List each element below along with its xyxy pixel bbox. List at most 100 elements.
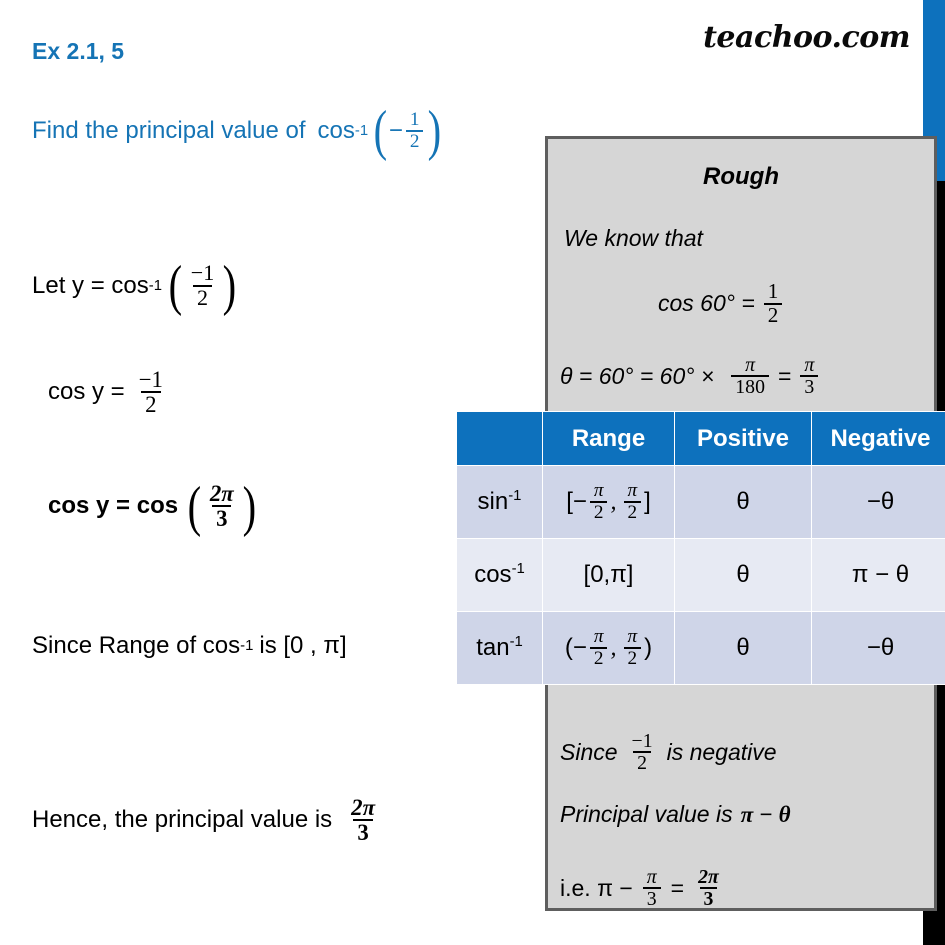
table-cell-positive: θ [674,538,812,612]
rough-we-know-that: We know that [564,225,703,251]
question-statement: Find the principal value of cos -1 ( − 1 … [32,100,442,163]
step-hence-lead: Hence, the principal value is [32,806,333,834]
rough-theta-lead: θ = 60° = 60° × [560,362,715,389]
table-row: sin-1 [− π 2 , π 2 ] θ −θ [456,465,945,539]
solution-step-cos-y-equals-cos: cos y = cos ( 2π 3 ) [48,475,257,538]
rough-principal-value-rule: Principal value is π − θ [560,801,791,828]
rough-principal-value: π − θ [740,801,791,827]
table-cell-function: tan-1 [456,611,543,685]
range-fraction-left: π 2 [589,626,608,669]
teachoo-logo: teachoo.com [703,20,910,55]
step-hence-fraction: 2π 3 [347,796,379,845]
range-open-bracket: [− [566,488,587,515]
fraction-numerator: −1 [190,260,215,285]
solution-step-hence: Hence, the principal value is 2π 3 [32,796,382,845]
table-cell-negative: π − θ [811,538,945,612]
fraction-denominator: 3 [800,375,819,397]
step-cos-y-fraction: −1 2 [135,368,167,417]
left-paren-icon: ( [373,100,388,163]
fraction-denominator: 2 [623,647,642,669]
range-separator: , [610,488,617,515]
fraction-numerator: π [627,480,638,502]
range-fraction-left: π 2 [589,481,608,523]
step-cos-y-cos-fraction: 2π 3 [206,482,238,531]
solution-step-let: Let y = cos -1 ( −1 2 ) [32,255,237,318]
fraction-denominator: 180 [731,375,769,397]
fraction-numerator: π [804,354,815,376]
table-row: cos-1 [0,π] θ π − θ [456,538,945,612]
left-paren-icon: ( [168,255,183,318]
function-exponent: -1 [509,634,523,650]
fraction-numerator: π [646,866,657,888]
rough-theta-conversion: θ = 60° = 60° × π 180 = π 3 [560,355,821,397]
range-fraction-right: π 2 [623,626,642,669]
exercise-title: Ex 2.1, 5 [32,38,125,64]
question-prefix-text: Find the principal value of [32,116,306,144]
rough-ie-fraction-pi-3: π 3 [642,866,661,909]
table-cell-range: [− π 2 , π 2 ] [542,465,675,539]
right-paren-icon: ) [242,475,256,538]
fraction-denominator: 2 [623,501,642,523]
rough-principal-lead: Principal value is [560,801,733,827]
rough-cos-60-equation: cos 60° = 1 2 [658,280,785,327]
range-separator: , [610,634,617,661]
fraction-denominator: 2 [763,302,783,327]
fraction-denominator: 3 [353,819,373,844]
fraction-denominator: 2 [405,129,424,152]
table-head: Range Positive Negative [456,411,945,466]
function-exponent: -1 [508,488,522,504]
range-open-bracket: (− [564,634,587,661]
function-label: tan [476,634,510,661]
right-paren-icon: ) [428,100,442,163]
rough-cos60-fraction: 1 2 [763,280,783,327]
rough-ie-equals: = [670,874,685,901]
rough-since-negative: Since −1 2 is negative [560,731,777,774]
fraction-denominator: 2 [633,751,651,773]
fraction-denominator: 2 [192,284,213,310]
rough-ie-lead: i.e. π − [560,874,633,901]
rough-theta-equals: = [777,362,792,389]
range-close-bracket: ] [644,488,651,515]
table-cell-function: cos-1 [456,538,543,612]
table-header-row: Range Positive Negative [456,411,945,466]
fraction-denominator: 2 [589,501,608,523]
function-label: cos [474,561,512,588]
table-header-function [456,411,543,466]
table-header-negative: Negative [811,411,945,466]
right-paren-icon: ) [222,255,237,318]
fraction-numerator: π [627,626,638,648]
rough-theta-fraction-pi-180: π 180 [731,355,769,397]
solution-step-cos-y: cos y = −1 2 [48,368,170,417]
function-label: sin [477,488,509,515]
step-cos-y-cos-lead: cos y = cos [48,492,179,520]
range-close-bracket: ) [644,634,653,661]
rough-since-tail: is negative [666,738,777,765]
question-function-label: cos [317,116,355,144]
question-fraction: 1 2 [405,109,424,152]
table-body: sin-1 [− π 2 , π 2 ] θ −θ cos-1 [0,π] θ … [456,465,945,685]
fraction-numerator: 1 [409,109,420,130]
step-range-text-b: is [0 , π] [259,632,347,659]
step-let-lead: Let y = cos [32,271,149,299]
left-paren-icon: ( [187,475,202,538]
table-cell-function: sin-1 [456,465,543,539]
fraction-numerator: π [745,354,756,376]
fraction-denominator: 2 [589,647,608,669]
fraction-denominator: 3 [642,887,661,909]
fraction-numerator: π [593,626,604,648]
rough-panel-title: Rough [703,163,779,190]
range-fraction-right: π 2 [623,480,642,523]
table-header-positive: Positive [674,411,812,466]
function-exponent: -1 [511,561,525,577]
fraction-numerator: −1 [138,367,163,392]
table-cell-positive: θ [674,465,812,539]
table-cell-range: [0,π] [542,538,675,612]
fraction-denominator: 2 [141,391,161,416]
rough-since-lead: Since [560,738,618,765]
step-cos-y-lead: cos y = [48,378,125,406]
fraction-denominator: 3 [699,887,718,909]
table-header-range: Range [542,411,675,466]
inverse-trig-range-table: Range Positive Negative sin-1 [− π 2 , π… [456,411,945,685]
fraction-denominator: 3 [212,505,232,530]
rough-ie-fraction-2pi-3: 2π 3 [694,867,723,910]
